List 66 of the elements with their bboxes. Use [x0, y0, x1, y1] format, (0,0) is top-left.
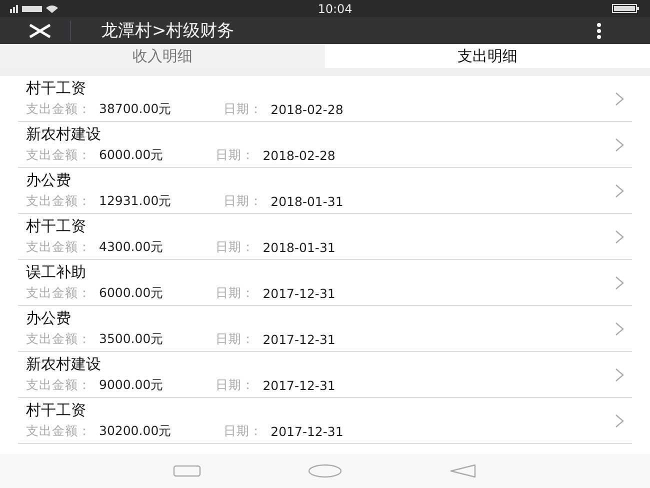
date-value: 2018-01-31 — [262, 240, 336, 255]
date-label: 日期： — [216, 331, 255, 348]
record-row[interactable]: 新农村建设 支出金额： 9000.00元 日期： 2017-12-31 — [18, 352, 632, 398]
chevron-icon — [615, 230, 624, 244]
date-value: 2018-01-31 — [270, 194, 344, 209]
amount-label: 支出金额： — [26, 285, 91, 302]
chevron-icon — [615, 322, 624, 336]
amount-value: 6000.00元 — [99, 285, 164, 302]
date-label: 日期： — [216, 147, 255, 164]
date-value: 2017-12-31 — [262, 332, 336, 347]
tab[interactable]: 收入明细 — [0, 44, 325, 68]
record-row[interactable]: 误工补助 支出金额： 6000.00元 日期： 2017-12-31 — [18, 260, 632, 306]
chevron-icon — [615, 276, 624, 290]
record-title: 村干工资 — [26, 401, 87, 420]
amount-label: 支出金额： — [26, 423, 91, 440]
chevron-icon — [615, 414, 624, 428]
record-row[interactable]: 新农村建设 支出金额： 6000.00元 日期： 2018-02-28 — [18, 122, 632, 168]
date-label: 日期： — [216, 377, 255, 394]
amount-label: 支出金额： — [26, 101, 91, 118]
home-nav-icon[interactable] — [308, 464, 342, 478]
record-title: 新农村建设 — [26, 125, 102, 144]
amount-value: 6000.00元 — [99, 147, 164, 164]
back-nav-icon[interactable] — [448, 464, 477, 478]
date-label: 日期： — [216, 239, 255, 256]
status-time: 10:04 — [318, 2, 352, 16]
amount-value: 30200.00元 — [99, 423, 172, 440]
page-title: 龙潭村>村级财务 — [101, 20, 236, 42]
amount-value: 38700.00元 — [99, 101, 172, 118]
record-title: 误工补助 — [26, 263, 87, 282]
amount-value: 12931.00元 — [99, 193, 172, 210]
date-label: 日期： — [216, 285, 255, 302]
date-label: 日期： — [224, 193, 263, 210]
amount-value: 9000.00元 — [99, 377, 164, 394]
amount-label: 支出金额： — [26, 377, 91, 394]
amount-label: 支出金额： — [26, 147, 91, 164]
signal-icon — [10, 4, 58, 13]
record-row[interactable]: 村干工资 支出金额： 30200.00元 日期： 2017-12-31 — [18, 398, 632, 444]
amount-value: 3500.00元 — [99, 331, 164, 348]
amount-label: 支出金额： — [26, 331, 91, 348]
date-value: 2018-02-28 — [262, 148, 336, 163]
record-title: 办公费 — [26, 309, 72, 328]
date-value: 2017-12-31 — [262, 286, 336, 301]
record-row[interactable]: 村干工资 支出金额： 4300.00元 日期： 2018-01-31 — [18, 214, 632, 260]
record-title: 村干工资 — [26, 79, 87, 98]
amount-label: 支出金额： — [26, 239, 91, 256]
date-value: 2017-12-31 — [262, 378, 336, 393]
chevron-icon — [615, 92, 624, 106]
record-row[interactable]: 办公费 支出金额： 12931.00元 日期： 2018-01-31 — [18, 168, 632, 214]
more-icon[interactable] — [596, 22, 602, 38]
amount-value: 4300.00元 — [99, 239, 164, 256]
chevron-icon — [615, 184, 624, 198]
close-icon[interactable] — [28, 22, 52, 38]
square-nav-icon[interactable] — [173, 465, 202, 477]
record-title: 办公费 — [26, 171, 72, 190]
record-row[interactable]: 村干工资 支出金额： 38700.00元 日期： 2018-02-28 — [18, 76, 632, 122]
chevron-icon — [615, 368, 624, 382]
date-value: 2018-02-28 — [270, 102, 344, 117]
record-title: 村干工资 — [26, 217, 87, 236]
battery-icon — [612, 4, 640, 13]
date-label: 日期： — [224, 101, 263, 118]
record-title: 新农村建设 — [26, 355, 102, 374]
chevron-icon — [615, 138, 624, 152]
amount-label: 支出金额： — [26, 193, 91, 210]
date-value: 2017-12-31 — [270, 424, 344, 439]
date-label: 日期： — [224, 423, 263, 440]
record-row[interactable]: 办公费 支出金额： 3500.00元 日期： 2017-12-31 — [18, 306, 632, 352]
